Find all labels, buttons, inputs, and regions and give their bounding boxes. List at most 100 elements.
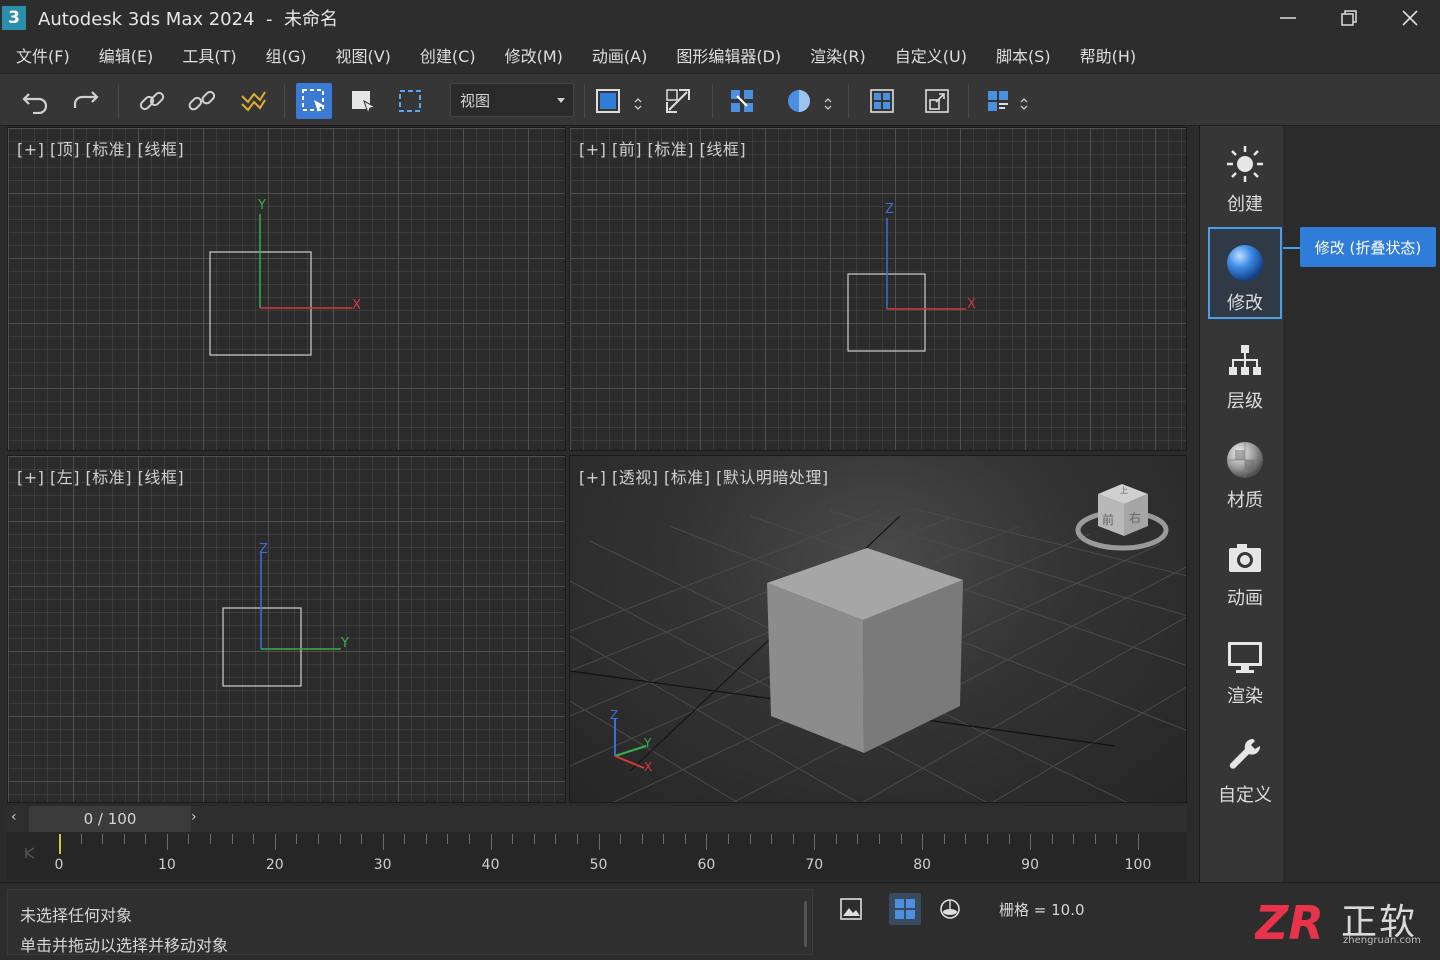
- scale-icon: [666, 89, 690, 113]
- ruler-label: 10: [157, 857, 176, 873]
- scene-explorer-button[interactable]: [980, 83, 1016, 119]
- mirror-icon: [788, 90, 810, 112]
- menu-file[interactable]: 文件(F): [16, 43, 70, 67]
- watermark-logo: ZR 正软 zhengruan.com: [1255, 891, 1435, 951]
- reference-coordinate-dropdown[interactable]: 视图: [450, 83, 574, 117]
- menu-animation[interactable]: 动画(A): [592, 43, 647, 67]
- scale-button[interactable]: [660, 83, 696, 119]
- layer-explorer-button[interactable]: [919, 83, 955, 119]
- ruler-label: 20: [265, 857, 284, 873]
- prompt-scrollbar[interactable]: [804, 901, 807, 947]
- flyout-caret-icon[interactable]: [634, 98, 642, 110]
- tab-modify[interactable]: 修改: [1208, 227, 1282, 319]
- unlink-icon: [188, 90, 216, 111]
- chevron-left-icon[interactable]: ‹: [11, 809, 17, 825]
- tab-create[interactable]: 创建: [1208, 130, 1282, 220]
- absolute-mode-button[interactable]: [934, 893, 966, 925]
- tab-animation[interactable]: 动画: [1208, 524, 1282, 614]
- menu-modifiers[interactable]: 修改(M): [505, 43, 563, 67]
- select-object-button[interactable]: [296, 83, 332, 119]
- menu-tools[interactable]: 工具(T): [182, 43, 236, 67]
- viewcube-label-right[interactable]: 右: [1129, 509, 1141, 526]
- menu-help[interactable]: 帮助(H): [1080, 43, 1137, 67]
- flyout-caret-icon[interactable]: [1020, 98, 1028, 110]
- viewcube-label-front[interactable]: 前: [1102, 511, 1114, 528]
- mirror-button[interactable]: [781, 83, 817, 119]
- scene-explorer-icon: [988, 91, 1008, 111]
- tab-render[interactable]: 渲染: [1208, 622, 1282, 712]
- ruler-tick: [555, 834, 557, 844]
- camera-icon: [1229, 544, 1261, 572]
- ruler-tick: [1094, 834, 1096, 844]
- viewport-perspective[interactable]: [+] [透视] [标准] [默认明暗处理] Z Y X 上 前 右: [569, 455, 1187, 803]
- isolate-selection-button[interactable]: [835, 893, 867, 925]
- select-move-button[interactable]: [590, 83, 626, 119]
- tab-hierarchy[interactable]: 层级: [1208, 327, 1282, 417]
- maximize-button[interactable]: [1318, 0, 1379, 36]
- viewport-label-perspective[interactable]: [+] [透视] [标准] [默认明暗处理]: [579, 464, 829, 488]
- chevron-right-icon[interactable]: ›: [191, 809, 197, 825]
- axis-label-y: Y: [258, 198, 266, 213]
- viewport-left[interactable]: [+] [左] [标准] [线框] Z Y: [7, 455, 566, 803]
- track-bar[interactable]: 0 10 20 30 40 50 60 70 80 90 100: [7, 832, 1187, 880]
- close-button[interactable]: [1379, 0, 1440, 36]
- perspective-grid: [570, 484, 1186, 802]
- ruler-label: 30: [373, 857, 392, 873]
- ruler-tick: [102, 834, 104, 844]
- redo-button[interactable]: [67, 83, 103, 119]
- menu-create[interactable]: 创建(C): [420, 43, 476, 67]
- undo-button[interactable]: [18, 83, 54, 119]
- select-by-name-button[interactable]: [345, 83, 381, 119]
- prompt-line: 未选择任何对象 单击并拖动以选择并移动对象: [7, 889, 813, 955]
- menu-edit[interactable]: 编辑(E): [99, 43, 154, 67]
- close-icon: [1401, 10, 1418, 26]
- link-button[interactable]: [134, 83, 170, 119]
- viewport-top[interactable]: [+] [顶] [标准] [线框] Y X: [7, 127, 566, 451]
- ruler-tick: [490, 834, 492, 850]
- current-frame: 0: [83, 810, 94, 828]
- ruler-tick: [512, 834, 514, 844]
- ruler-tick: [274, 834, 276, 850]
- ruler-tick: [425, 834, 427, 844]
- menu-rendering[interactable]: 渲染(R): [810, 43, 866, 67]
- minimize-button[interactable]: [1257, 0, 1318, 36]
- menu-views[interactable]: 视图(V): [335, 43, 390, 67]
- ruler-tick: [253, 834, 255, 844]
- snap-button[interactable]: [724, 83, 760, 119]
- align-button[interactable]: [864, 83, 900, 119]
- app-icon[interactable]: 3: [2, 6, 26, 30]
- grid-layout-icon: [895, 899, 915, 919]
- link-icon: [139, 91, 165, 111]
- time-slider[interactable]: ‹ 0 / 100 ›: [7, 806, 1187, 832]
- tab-customize[interactable]: 自定义: [1208, 721, 1282, 811]
- menu-customize[interactable]: 自定义(U): [895, 43, 967, 67]
- bind-spacewarp-button[interactable]: [235, 83, 271, 119]
- menu-scripting[interactable]: 脚本(S): [996, 43, 1051, 67]
- ruler-tick: [598, 834, 600, 850]
- ruler-tick: [792, 834, 794, 844]
- ruler-label: 100: [1124, 857, 1152, 873]
- logo-site: zhengruan.com: [1343, 935, 1421, 946]
- ruler-tick: [382, 834, 384, 850]
- command-panel: 创建 修改 层级 材质 动画 渲染 自定义: [1199, 126, 1283, 882]
- menu-group[interactable]: 组(G): [266, 43, 307, 67]
- tab-material[interactable]: 材质: [1208, 426, 1282, 516]
- window-title: Autodesk 3ds Max 2024 - 未命名: [38, 5, 338, 31]
- status-bar: 未选择任何对象 单击并拖动以选择并移动对象 栅格 = 10.0 ZR 正软 zh…: [0, 882, 1440, 960]
- ruler-tick: [339, 834, 341, 844]
- ruler-tick: [663, 834, 665, 844]
- rect-region-button[interactable]: [392, 83, 428, 119]
- viewport-front[interactable]: [+] [前] [标准] [线框] Z X: [569, 127, 1187, 451]
- svg-text:ZR: ZR: [1255, 897, 1324, 947]
- time-cursor[interactable]: [59, 834, 61, 854]
- viewcube-label-top[interactable]: 上: [1120, 485, 1128, 496]
- axis-label-y: Y: [341, 636, 349, 651]
- menu-graph-editors[interactable]: 图形编辑器(D): [676, 43, 781, 67]
- ruler-tick: [965, 834, 967, 844]
- ruler-tick: [771, 834, 773, 844]
- time-slider-thumb[interactable]: 0 / 100: [29, 806, 191, 832]
- selection-lock-button[interactable]: [889, 893, 921, 925]
- undo-icon: [22, 93, 48, 114]
- unlink-button[interactable]: [184, 83, 220, 119]
- flyout-caret-icon[interactable]: [824, 98, 832, 110]
